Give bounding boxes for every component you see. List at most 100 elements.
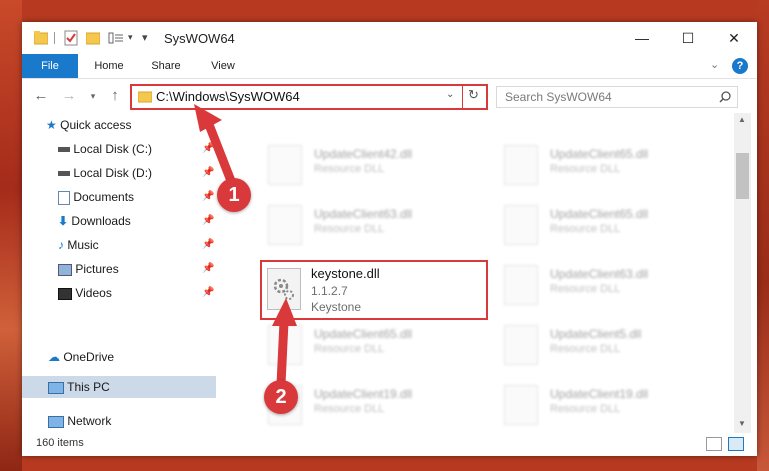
explorer-window: ▾ ▾ SysWOW64 — ☐ ✕ File Home Share View … (22, 22, 757, 456)
address-dropdown-icon[interactable]: ⌄ (446, 89, 454, 100)
network-icon (48, 415, 64, 428)
list-item[interactable]: UpdateClient5.dll Resource DLL (504, 323, 734, 369)
scroll-down-icon[interactable]: ▼ (738, 419, 746, 428)
back-arrow-icon[interactable]: ← (32, 87, 50, 105)
sidebar-item-local-disk-c[interactable]: Local Disk (C:) (58, 138, 152, 160)
sidebar-item-label: Network (67, 414, 112, 428)
new-folder-icon[interactable] (86, 30, 100, 46)
file-name: UpdateClient65.dll (314, 327, 413, 341)
tab-share[interactable]: Share (142, 54, 190, 78)
file-version: 1.1.2.7 (311, 284, 348, 298)
recent-locations-icon[interactable]: ▾ (84, 87, 102, 105)
list-item[interactable]: UpdateClient63.dll Resource DLL (268, 203, 498, 249)
sidebar-item-label: Quick access (60, 118, 132, 132)
list-item[interactable]: UpdateClient19.dll Resource DLL (268, 383, 498, 429)
refresh-icon[interactable]: ↻ (468, 87, 479, 103)
file-name: UpdateClient5.dll (550, 327, 642, 341)
close-button[interactable]: ✕ (711, 22, 757, 54)
customize-toolbar-icon[interactable] (108, 30, 124, 46)
list-item[interactable]: UpdateClient19.dll Resource DLL (504, 383, 734, 429)
dll-file-icon (267, 268, 301, 310)
sidebar-item-label: OneDrive (63, 350, 115, 364)
vertical-scrollbar[interactable]: ▲ ▼ (734, 113, 751, 433)
address-path: C:\Windows\SysWOW64 (156, 89, 300, 104)
keystone-dll-item[interactable]: keystone.dll 1.1.2.7 Keystone (260, 260, 488, 320)
scroll-up-icon[interactable]: ▲ (738, 115, 746, 124)
file-name: UpdateClient65.dll (550, 207, 649, 221)
up-arrow-icon[interactable]: ↑ (106, 87, 124, 105)
dll-file-icon (268, 205, 302, 245)
sidebar-item-this-pc[interactable]: This PC (22, 376, 216, 398)
tab-file[interactable]: File (22, 54, 78, 78)
list-item[interactable]: UpdateClient42.dll Resource DLL (268, 143, 498, 189)
file-name: UpdateClient63.dll (550, 267, 649, 281)
pin-icon[interactable]: 📌 (202, 167, 214, 178)
expand-ribbon-icon[interactable]: ⌄ (710, 58, 719, 71)
sidebar-item-documents[interactable]: Documents (58, 186, 134, 208)
file-name: UpdateClient42.dll (314, 147, 413, 161)
dll-file-icon (504, 265, 538, 305)
details-view-icon[interactable] (706, 437, 722, 451)
tab-view[interactable]: View (200, 54, 246, 78)
properties-icon[interactable] (64, 30, 78, 46)
file-description: Resource DLL (314, 403, 385, 415)
maximize-button[interactable]: ☐ (665, 22, 711, 54)
minimize-button[interactable]: — (619, 22, 665, 54)
file-name: UpdateClient19.dll (550, 387, 649, 401)
file-description: Resource DLL (550, 403, 621, 415)
search-box[interactable]: Search SysWOW64 (496, 86, 738, 108)
list-item[interactable]: UpdateClient65.dll Resource DLL (268, 323, 498, 369)
sidebar-item-onedrive[interactable]: ☁ OneDrive (48, 346, 114, 368)
sidebar-item-network[interactable]: Network (48, 410, 111, 432)
sidebar-item-quick-access[interactable]: ★ Quick access (46, 114, 131, 136)
navigation-bar: ← → ▾ ↑ C:\Windows\SysWOW64 ⌄ ↻ Search S… (22, 79, 757, 113)
list-item[interactable]: UpdateClient63.dll Resource DLL (504, 263, 734, 309)
file-description: Keystone (311, 300, 362, 314)
star-icon: ★ (46, 118, 57, 132)
divider (462, 86, 463, 108)
help-icon[interactable]: ? (732, 58, 748, 74)
pin-icon[interactable]: 📌 (202, 215, 214, 226)
videos-icon (58, 287, 72, 300)
file-description: Resource DLL (550, 163, 621, 175)
callout-one: 1 (217, 178, 251, 212)
search-input[interactable]: Search SysWOW64 (505, 90, 612, 104)
folder-icon (138, 91, 152, 103)
sidebar-item-videos[interactable]: Videos (58, 282, 112, 304)
pin-icon[interactable]: 📌 (202, 263, 214, 274)
cloud-icon: ☁ (48, 350, 60, 364)
navigation-pane: ★ Quick access Local Disk (C:) Local Dis… (22, 113, 216, 433)
pictures-icon (58, 263, 72, 276)
address-bar[interactable]: C:\Windows\SysWOW64 ⌄ ↻ (130, 84, 488, 110)
sidebar-item-downloads[interactable]: ⬇ Downloads (58, 210, 131, 232)
dll-file-icon (504, 205, 538, 245)
pin-icon[interactable]: 📌 (202, 239, 214, 250)
forward-arrow-icon[interactable]: → (60, 87, 78, 105)
list-item[interactable]: UpdateClient65.dll Resource DLL (504, 203, 734, 249)
sidebar-item-music[interactable]: ♪ Music (58, 234, 99, 256)
toolbar-dropdown-icon[interactable]: ▾ (128, 32, 133, 48)
sidebar-item-pictures[interactable]: Pictures (58, 258, 119, 280)
toolbar-overflow-icon[interactable]: ▾ (142, 31, 148, 47)
file-description: Resource DLL (550, 223, 621, 235)
pin-icon[interactable]: 📌 (202, 191, 214, 202)
sidebar-item-label: Music (67, 238, 99, 252)
status-bar: 160 items (22, 433, 757, 456)
list-item[interactable]: UpdateClient65.dll Resource DLL (504, 143, 734, 189)
search-icon[interactable] (719, 91, 731, 103)
folder-icon (34, 31, 48, 45)
sidebar-item-local-disk-d[interactable]: Local Disk (D:) (58, 162, 152, 184)
file-description: Resource DLL (314, 343, 385, 355)
item-count: 160 items (36, 437, 84, 449)
scrollbar-thumb[interactable] (736, 153, 749, 199)
pin-icon[interactable]: 📌 (202, 143, 214, 154)
ribbon-tabs: File Home Share View ⌄ ? (22, 54, 757, 79)
pin-icon[interactable]: 📌 (202, 287, 214, 298)
file-name: UpdateClient63.dll (314, 207, 413, 221)
sidebar-item-label: Local Disk (C:) (73, 142, 153, 156)
sidebar-item-label: This PC (67, 380, 110, 394)
drive-icon (58, 147, 70, 153)
tab-home[interactable]: Home (84, 54, 134, 78)
large-icons-view-icon[interactable] (728, 437, 744, 451)
drive-icon (58, 171, 70, 177)
